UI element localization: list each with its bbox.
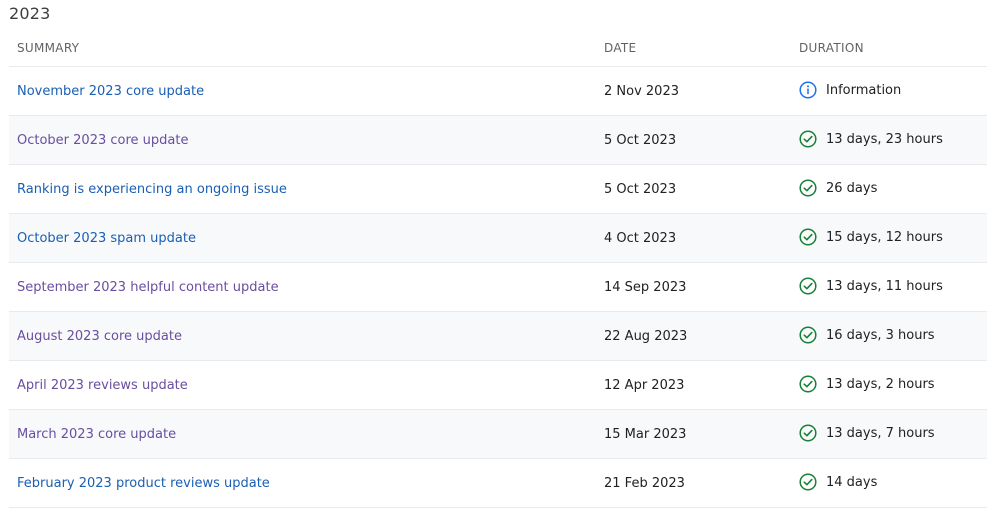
check-circle-icon: [799, 375, 817, 393]
incident-link[interactable]: August 2023 core update: [17, 328, 182, 345]
check-circle-icon: [799, 277, 817, 295]
incident-date: 12 Apr 2023: [604, 378, 685, 393]
incident-duration: 14 days: [799, 473, 877, 491]
incident-date: 2 Nov 2023: [604, 84, 679, 99]
duration-text: 26 days: [826, 180, 878, 196]
check-circle-icon: [799, 424, 817, 442]
incident-date: 15 Mar 2023: [604, 427, 687, 442]
check-circle-icon: [799, 130, 817, 148]
check-circle-icon: [799, 228, 817, 246]
duration-text: 15 days, 12 hours: [826, 229, 943, 245]
duration-text: 13 days, 7 hours: [826, 425, 935, 441]
incident-duration: 13 days, 7 hours: [799, 424, 935, 442]
incident-date: 4 Oct 2023: [604, 231, 677, 246]
incident-duration: 13 days, 23 hours: [799, 130, 943, 148]
column-header-duration: DURATION: [799, 41, 864, 55]
check-circle-icon: [799, 326, 817, 344]
table-header: SUMMARY DATE DURATION: [9, 30, 987, 67]
incident-date: 22 Aug 2023: [604, 329, 688, 344]
incident-link[interactable]: October 2023 core update: [17, 132, 188, 149]
incident-link[interactable]: March 2023 core update: [17, 426, 176, 443]
table-row: September 2023 helpful content update 14…: [9, 263, 987, 312]
incident-duration: 13 days, 2 hours: [799, 375, 935, 393]
duration-text: 13 days, 23 hours: [826, 131, 943, 147]
incident-duration: 16 days, 3 hours: [799, 326, 935, 344]
check-circle-icon: [799, 179, 817, 197]
table-row: October 2023 spam update 4 Oct 2023 15 d…: [9, 214, 987, 263]
incidents-table: SUMMARY DATE DURATION November 2023 core…: [9, 30, 987, 508]
info-icon: [799, 81, 817, 99]
incident-date: 5 Oct 2023: [604, 182, 677, 197]
table-row: April 2023 reviews update 12 Apr 2023 13…: [9, 361, 987, 410]
table-row: October 2023 core update 5 Oct 2023 13 d…: [9, 116, 987, 165]
incident-duration: 13 days, 11 hours: [799, 277, 943, 295]
year-heading: 2023: [9, 4, 51, 23]
incident-link[interactable]: November 2023 core update: [17, 83, 204, 100]
incident-date: 21 Feb 2023: [604, 476, 685, 491]
incident-link[interactable]: Ranking is experiencing an ongoing issue: [17, 181, 287, 198]
incident-date: 5 Oct 2023: [604, 133, 677, 148]
incident-duration: 15 days, 12 hours: [799, 228, 943, 246]
incident-duration: 26 days: [799, 179, 877, 197]
incident-duration: Information: [799, 81, 901, 99]
duration-text: 13 days, 2 hours: [826, 376, 935, 392]
duration-text: 14 days: [826, 474, 878, 490]
incident-link[interactable]: October 2023 spam update: [17, 230, 196, 247]
table-row: February 2023 product reviews update 21 …: [9, 459, 987, 508]
incident-date: 14 Sep 2023: [604, 280, 687, 295]
duration-text: 16 days, 3 hours: [826, 327, 935, 343]
check-circle-icon: [799, 473, 817, 491]
table-row: November 2023 core update 2 Nov 2023 Inf…: [9, 67, 987, 116]
table-row: March 2023 core update 15 Mar 2023 13 da…: [9, 410, 987, 459]
duration-text: 13 days, 11 hours: [826, 278, 943, 294]
column-header-summary: SUMMARY: [17, 41, 80, 55]
table-row: Ranking is experiencing an ongoing issue…: [9, 165, 987, 214]
column-header-date: DATE: [604, 41, 637, 55]
incident-link[interactable]: February 2023 product reviews update: [17, 475, 270, 492]
table-row: August 2023 core update 22 Aug 2023 16 d…: [9, 312, 987, 361]
incident-link[interactable]: September 2023 helpful content update: [17, 279, 279, 296]
duration-text: Information: [826, 82, 902, 98]
incident-link[interactable]: April 2023 reviews update: [17, 377, 188, 394]
